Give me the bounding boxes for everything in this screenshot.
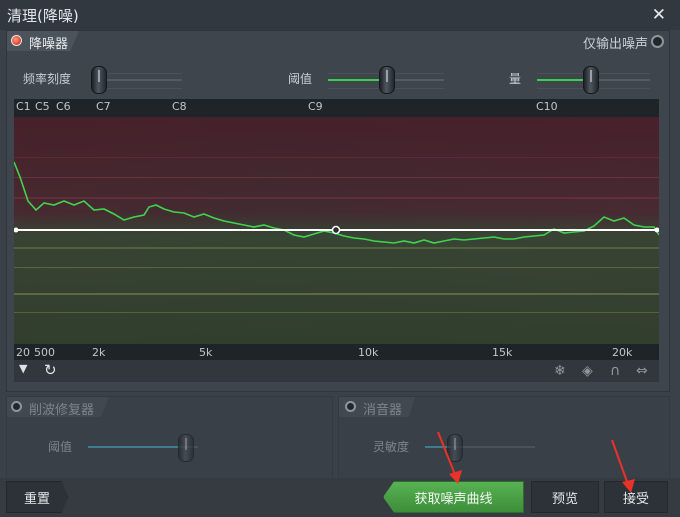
- note-label: C5: [35, 100, 50, 113]
- freq-label: 2k: [92, 346, 106, 359]
- desser-sensitivity-knob[interactable]: [447, 434, 463, 462]
- output-noise-only-toggle[interactable]: [651, 35, 664, 48]
- desser-sensitivity-label: 灵敏度: [373, 440, 410, 454]
- preview-button[interactable]: 预览: [531, 481, 599, 513]
- denoiser-label: 降噪器: [29, 37, 69, 52]
- tag-icon[interactable]: ◈: [582, 363, 593, 379]
- note-label: C10: [536, 100, 558, 113]
- declipper-label: 削波修复器: [29, 403, 95, 418]
- arrows-icon[interactable]: ⇔: [636, 363, 648, 379]
- note-label: C7: [96, 100, 111, 113]
- frequency-scale-label: 频率刻度: [23, 72, 72, 86]
- snowflake-icon[interactable]: ❄: [554, 363, 566, 379]
- declipper-enable-led[interactable]: [11, 401, 22, 412]
- threshold-label: 阈值: [288, 72, 313, 86]
- get-noise-curve-button[interactable]: 获取噪声曲线: [383, 481, 524, 513]
- freq-label: 20: [16, 346, 30, 359]
- dropdown-arrow-icon[interactable]: ▼: [19, 362, 27, 375]
- freq-label: 5k: [199, 346, 213, 359]
- noise-profile-graph[interactable]: [14, 117, 659, 344]
- close-icon[interactable]: ✕: [652, 5, 666, 25]
- freq-label: 10k: [358, 346, 379, 359]
- amount-label: 量: [509, 72, 522, 86]
- frequency-axis: 20 500 2k 5k 10k 15k 20k: [14, 344, 659, 360]
- spectrogram-streaks: [14, 157, 659, 313]
- frequency-scale-track[interactable]: [94, 79, 182, 81]
- freq-label: 20k: [612, 346, 633, 359]
- graph-toolbar: ▼ ↻ ❄ ◈ ∩ ⇔: [14, 360, 659, 382]
- desser-label: 消音器: [363, 403, 403, 418]
- title-bar: 清理(降噪) ✕: [0, 0, 680, 30]
- output-noise-only-label: 仅输出噪声: [583, 37, 649, 52]
- reset-icon[interactable]: ↻: [44, 361, 57, 379]
- threshold-handle-center[interactable]: [331, 225, 341, 235]
- threshold-handle-left[interactable]: [14, 227, 19, 233]
- declipper-threshold-knob[interactable]: [178, 434, 194, 462]
- amount-knob[interactable]: [583, 66, 599, 94]
- note-label: C6: [56, 100, 71, 113]
- magnet-icon[interactable]: ∩: [610, 363, 620, 379]
- accept-button[interactable]: 接受: [604, 481, 668, 513]
- freq-label: 15k: [492, 346, 513, 359]
- reset-button[interactable]: 重置: [6, 481, 68, 513]
- freq-label: 500: [34, 346, 55, 359]
- spectrogram[interactable]: [14, 117, 659, 344]
- note-label: C1: [16, 100, 31, 113]
- note-ruler: C1 C5 C6 C7 C8 C9 C10: [14, 99, 659, 117]
- denoiser-enable-led[interactable]: [11, 35, 22, 46]
- frequency-scale-knob[interactable]: [91, 66, 107, 94]
- window-title: 清理(降噪): [7, 7, 79, 25]
- desser-enable-led[interactable]: [345, 401, 356, 412]
- note-label: C9: [308, 100, 323, 113]
- threshold-knob[interactable]: [379, 66, 395, 94]
- note-label: C8: [172, 100, 187, 113]
- declipper-threshold-label: 阈值: [48, 440, 73, 454]
